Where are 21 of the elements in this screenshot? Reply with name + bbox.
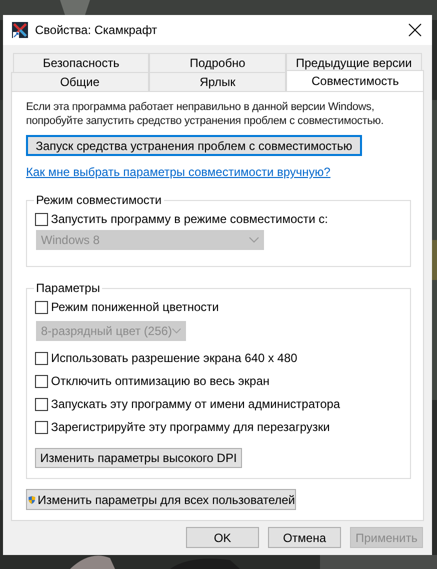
window-title: Свойства: Скамкрафт	[35, 22, 158, 39]
group-title: Режим совместимости	[35, 192, 163, 209]
checkbox-label: Запускать эту программу от имени администратора	[51, 396, 340, 413]
dialog-button[interactable]: Отмена	[268, 527, 341, 548]
tab[interactable]: Ярлык	[148, 72, 286, 91]
group-title: Параметры	[35, 280, 101, 297]
intro-text: Если эта программа работает неправильно в данной версии Windows, попробуйте запустить средство устранения проблем с совместимостью.	[26, 100, 385, 128]
checkbox-label: Использовать разрешение экрана 640 x 480	[51, 350, 298, 367]
tab[interactable]: Общие	[11, 72, 149, 91]
all-users-button[interactable]: Изменить параметры для всех пользователей	[26, 489, 296, 510]
checkbox-label: Зарегистрируйте эту программу для перезагрузки	[51, 419, 330, 436]
tab[interactable]: Совместимость	[286, 70, 424, 91]
tab[interactable]: Подробно	[149, 53, 286, 72]
dialog-button[interactable]: OK	[186, 527, 259, 548]
tab[interactable]: Безопасность	[13, 53, 150, 72]
checkbox-label: Запустить программу в режиме совместимости с:	[51, 211, 328, 228]
checkbox-label: Режим пониженной цветности	[51, 299, 219, 316]
troubleshoot-button[interactable]: Запуск средства устранения проблем с совместимостью	[26, 135, 362, 156]
checkbox-label: Отключить оптимизацию во весь экран	[51, 373, 270, 390]
high-dpi-button[interactable]: Изменить параметры высокого DPI	[35, 448, 242, 468]
help-link[interactable]: Как мне выбрать параметры совместимости вручную?	[26, 163, 330, 181]
